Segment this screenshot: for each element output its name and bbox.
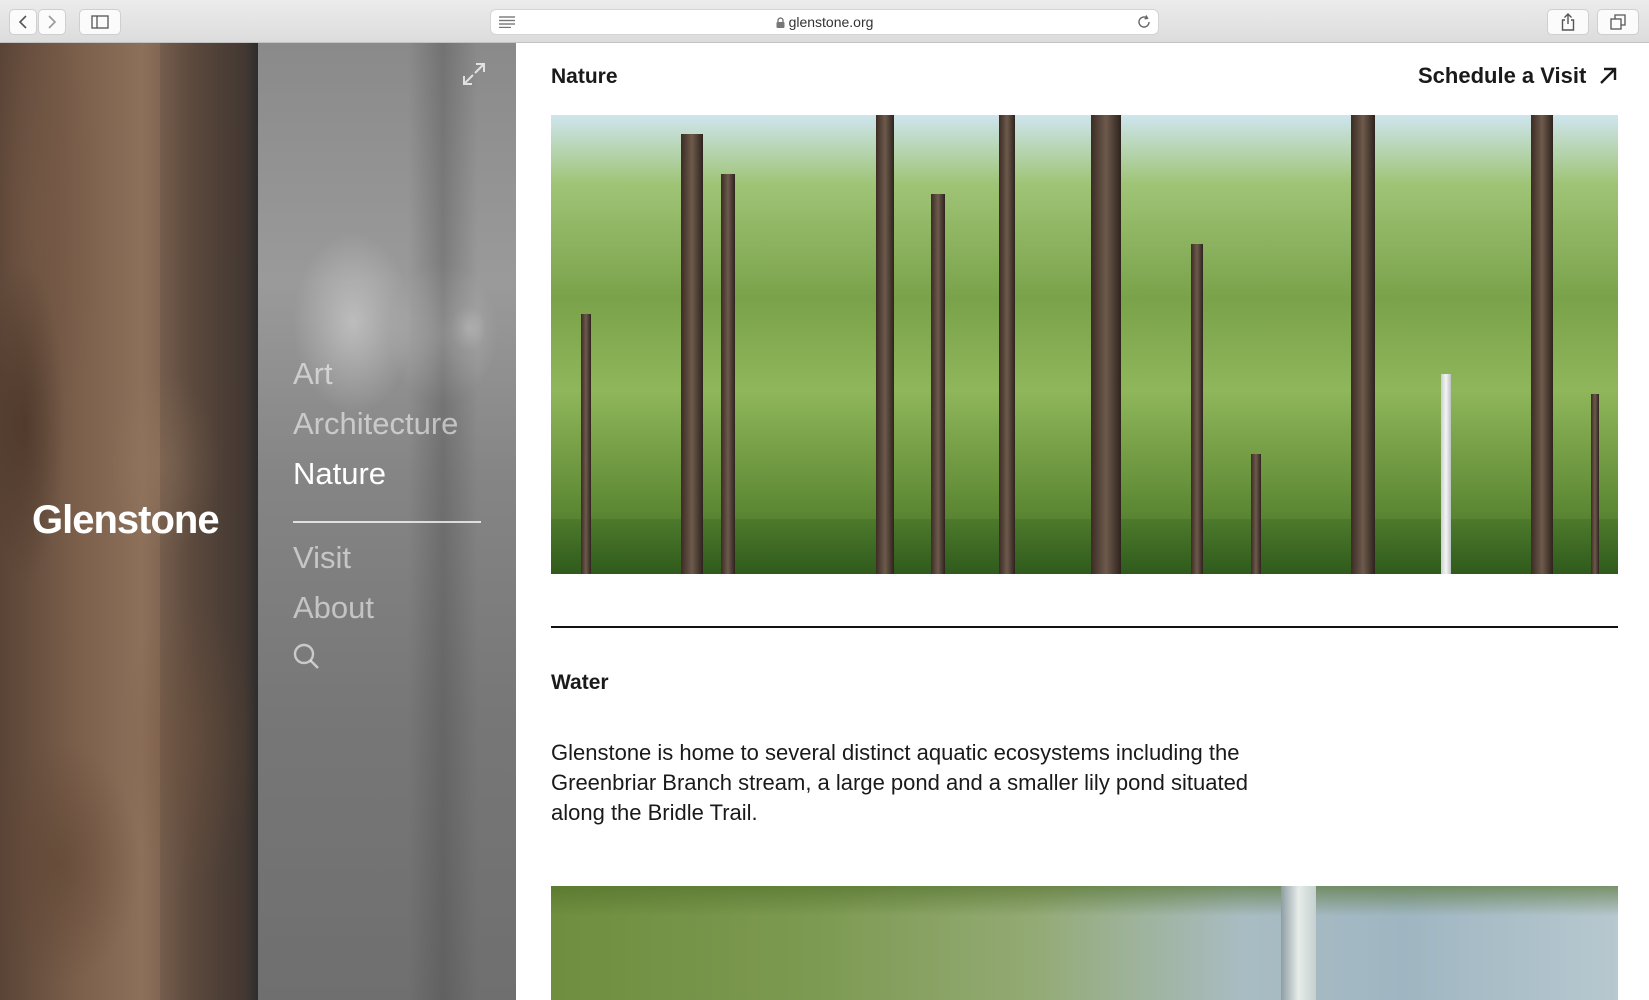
forward-icon xyxy=(48,15,57,29)
address-bar[interactable]: glenstone.org xyxy=(490,9,1159,35)
forward-button[interactable] xyxy=(38,9,66,35)
search-icon[interactable] xyxy=(293,643,321,671)
schedule-visit-label: Schedule a Visit xyxy=(1418,63,1587,88)
section-title: Nature xyxy=(551,65,618,88)
expand-icon[interactable] xyxy=(460,60,488,88)
tabs-icon xyxy=(1610,14,1626,30)
nav-item-visit[interactable]: Visit xyxy=(293,540,351,576)
section-divider xyxy=(551,626,1618,628)
back-icon xyxy=(18,15,27,29)
share-button[interactable] xyxy=(1547,9,1589,35)
back-button[interactable] xyxy=(9,9,37,35)
url-text: glenstone.org xyxy=(788,14,874,30)
schedule-visit-link[interactable]: Schedule a Visit xyxy=(1418,63,1617,89)
water-description: Glenstone is home to several distinct aq… xyxy=(551,740,1249,825)
water-photo xyxy=(551,886,1618,1000)
forest-photo xyxy=(551,115,1618,574)
brand-logo[interactable]: Glenstone xyxy=(32,498,220,543)
water-title: Water xyxy=(551,671,609,694)
sidebar-button[interactable] xyxy=(79,9,121,35)
url-display: glenstone.org xyxy=(491,14,1158,30)
nav-item-art[interactable]: Art xyxy=(293,356,333,392)
browser-toolbar: glenstone.org xyxy=(0,0,1649,43)
lock-icon xyxy=(776,17,785,28)
reload-icon[interactable] xyxy=(1136,14,1152,30)
share-icon xyxy=(1561,13,1575,31)
nav-item-nature[interactable]: Nature xyxy=(293,456,386,492)
arrow-up-right-icon xyxy=(1600,67,1617,84)
tabs-button[interactable] xyxy=(1597,9,1639,35)
nav-divider xyxy=(293,521,481,523)
sidebar-icon xyxy=(91,15,109,29)
nav-item-about[interactable]: About xyxy=(293,590,374,626)
nav-item-architecture[interactable]: Architecture xyxy=(293,406,458,442)
